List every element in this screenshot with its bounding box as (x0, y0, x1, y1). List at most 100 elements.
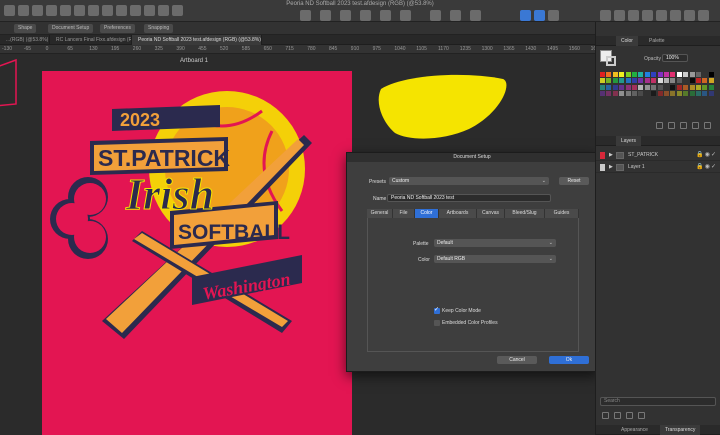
ok-button[interactable]: Ok (549, 356, 589, 364)
color-swatch[interactable] (708, 84, 714, 90)
color-swatch[interactable] (606, 72, 612, 77)
color-swatch[interactable] (696, 78, 701, 84)
layer-row[interactable]: ▶ ST_PATRICK 🔒◉✓ (596, 150, 720, 161)
color-swatch[interactable] (683, 84, 689, 90)
color-swatch[interactable] (676, 78, 682, 84)
color-swatch[interactable] (644, 72, 650, 77)
color-swatch[interactable] (670, 72, 676, 77)
color-swatch[interactable] (689, 72, 695, 77)
color-swatch[interactable] (702, 91, 708, 97)
layer-visibility-icons[interactable]: 🔒◉✓ (696, 162, 717, 173)
panel-action-icon[interactable] (668, 122, 675, 129)
tab-canvas[interactable]: Canvas (477, 209, 505, 218)
color-swatch[interactable] (638, 91, 644, 97)
document-tab[interactable]: ...(RGB) (@53.8%) - 3 (0, 35, 50, 45)
tool-icon[interactable] (400, 10, 411, 21)
color-swatch[interactable] (708, 72, 714, 77)
color-swatch[interactable] (606, 78, 612, 84)
expand-arrow-icon[interactable]: ▶ (609, 162, 613, 173)
color-swatch[interactable] (676, 91, 682, 97)
color-swatch[interactable] (638, 72, 644, 77)
color-swatch[interactable] (644, 78, 650, 84)
color-swatch[interactable] (600, 91, 605, 97)
color-swatch[interactable] (619, 84, 625, 90)
color-swatch[interactable] (708, 78, 714, 84)
context-button[interactable]: Preferences (100, 24, 135, 33)
color-swatch[interactable] (696, 91, 701, 97)
tool-icon[interactable] (158, 5, 169, 16)
embedded-profiles-checkbox[interactable] (434, 320, 440, 326)
tool-icon[interactable] (88, 5, 99, 16)
color-swatch[interactable] (689, 84, 695, 90)
color-swatch[interactable] (670, 78, 676, 84)
tool-icon[interactable] (102, 5, 113, 16)
color-select[interactable]: Default RGB ⌄ (434, 255, 556, 263)
color-swatch[interactable] (632, 78, 637, 84)
color-swatch[interactable] (638, 84, 644, 90)
color-swatch[interactable] (600, 84, 605, 90)
color-swatch[interactable] (651, 91, 657, 97)
artboard[interactable]: 2023 ST.PATRICK Irish SOFTBALL Washingto… (42, 71, 352, 435)
color-swatch[interactable] (657, 91, 663, 97)
color-swatch[interactable] (638, 78, 644, 84)
color-swatch[interactable] (676, 72, 682, 77)
color-swatch[interactable] (670, 91, 676, 97)
tab-color-panel[interactable]: Color (616, 36, 638, 46)
color-swatch[interactable] (632, 84, 637, 90)
color-swatch[interactable] (619, 72, 625, 77)
tool-icon[interactable] (670, 10, 681, 21)
panel-action-icon[interactable] (638, 412, 645, 419)
color-swatch[interactable] (657, 84, 663, 90)
tool-icon[interactable] (320, 10, 331, 21)
tab-color[interactable]: Color (415, 209, 439, 218)
color-swatch[interactable] (670, 84, 676, 90)
color-swatch[interactable] (702, 78, 708, 84)
palette-swatches[interactable] (600, 72, 718, 98)
color-swatch[interactable] (600, 72, 605, 77)
panel-action-icon[interactable] (614, 412, 621, 419)
tool-icon[interactable] (698, 10, 709, 21)
tool-icon[interactable] (360, 10, 371, 21)
name-input[interactable]: Peoria ND Softball 2023 test (387, 194, 551, 202)
tool-icon[interactable] (300, 10, 311, 21)
color-swatch[interactable] (683, 78, 689, 84)
color-swatch[interactable] (612, 72, 618, 77)
color-swatch[interactable] (664, 72, 669, 77)
panel-action-icon[interactable] (626, 412, 633, 419)
color-swatch[interactable] (625, 78, 631, 84)
color-swatch[interactable] (612, 91, 618, 97)
tab-artboards[interactable]: Artboards (439, 209, 477, 218)
color-swatch[interactable] (619, 78, 625, 84)
opacity-input[interactable]: 100% (662, 54, 688, 62)
tool-icon[interactable] (116, 5, 127, 16)
persona-icon[interactable] (520, 10, 531, 21)
tool-icon[interactable] (380, 10, 391, 21)
color-swatch[interactable] (625, 91, 631, 97)
tab-appearance[interactable]: Appearance (616, 425, 653, 435)
color-swatch[interactable] (696, 84, 701, 90)
tab-general[interactable]: General (367, 209, 393, 218)
color-swatch[interactable] (683, 91, 689, 97)
tab-bleed-slug[interactable]: Bleed/Slug (505, 209, 545, 218)
color-swatch[interactable] (696, 72, 701, 77)
palette-select[interactable]: Default ⌄ (434, 239, 556, 247)
stroke-swatch[interactable] (606, 56, 616, 66)
tool-icon[interactable] (340, 10, 351, 21)
keep-color-mode-checkbox[interactable] (434, 306, 440, 314)
color-swatch[interactable] (606, 84, 612, 90)
tab-file[interactable]: File (393, 209, 415, 218)
tool-icon[interactable] (144, 5, 155, 16)
color-swatch[interactable] (632, 91, 637, 97)
horizontal-ruler[interactable]: -130 -65 0 65 130 195 260 325 390 455 520 585 650 715… (0, 45, 596, 54)
color-swatch[interactable] (664, 84, 669, 90)
tab-guides[interactable]: Guides (545, 209, 579, 218)
color-swatch[interactable] (612, 78, 618, 84)
tool-icon[interactable] (172, 5, 183, 16)
color-swatch[interactable] (664, 78, 669, 84)
offcanvas-shape[interactable] (0, 58, 24, 108)
layer-visibility-icons[interactable]: 🔒◉✓ (696, 150, 717, 161)
tool-icon[interactable] (4, 5, 15, 16)
persona-icon[interactable] (534, 10, 545, 21)
expand-arrow-icon[interactable]: ▶ (609, 150, 613, 161)
cancel-button[interactable]: Cancel (497, 356, 537, 364)
